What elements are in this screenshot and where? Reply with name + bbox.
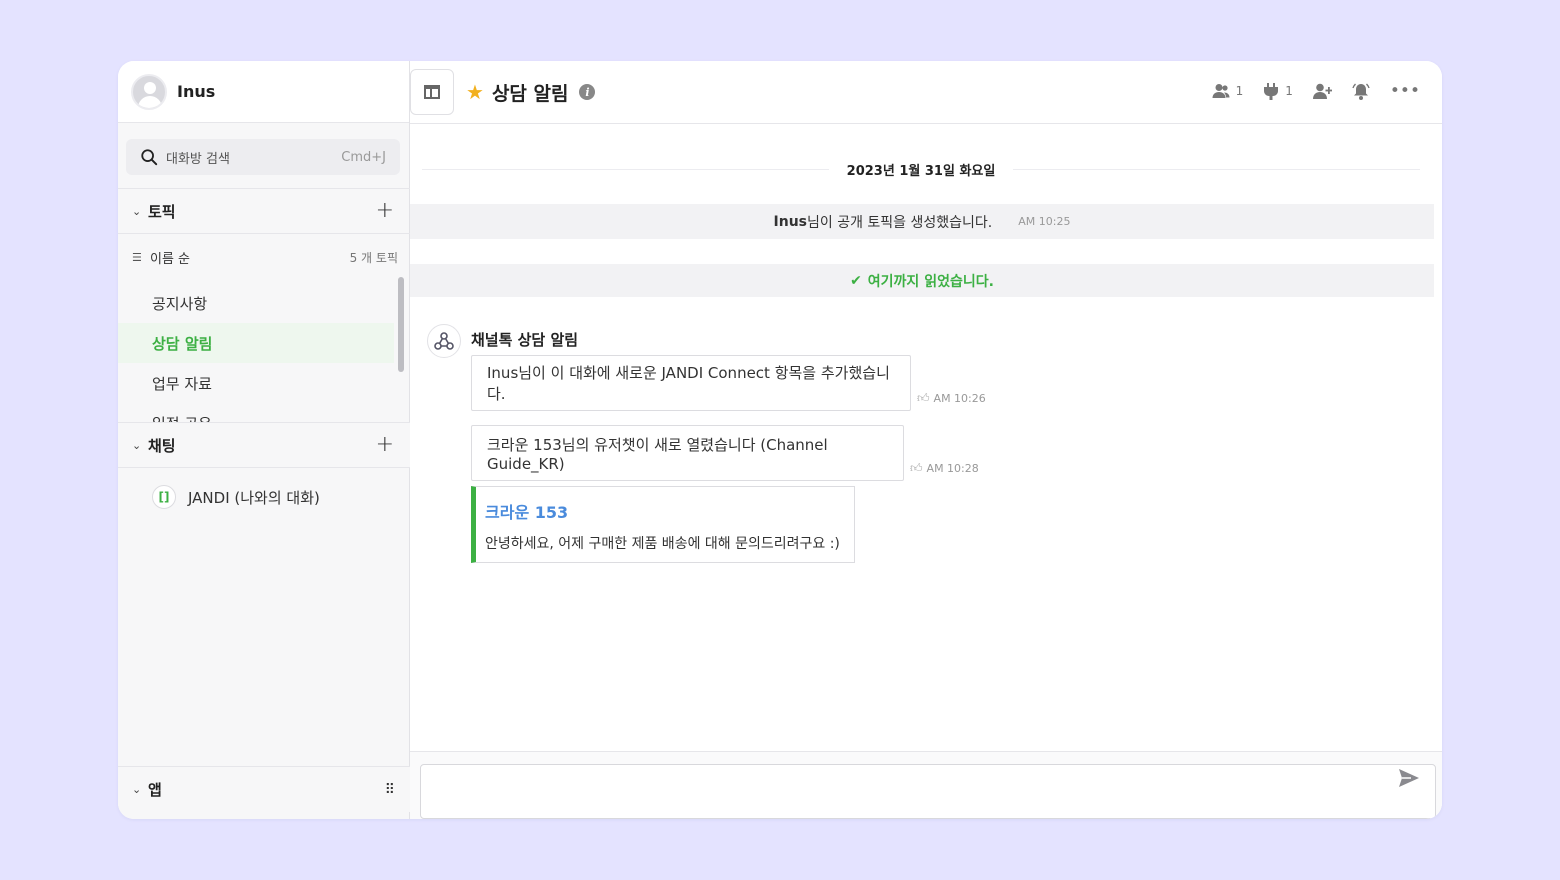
chat-main: ★ 상담 알림 i 1 1 ••• 2023년 1월 31일 화요일 Inus … bbox=[410, 61, 1442, 819]
search-placeholder: 대화방 검색 bbox=[166, 151, 230, 167]
invite-button[interactable] bbox=[1312, 83, 1332, 99]
card-title[interactable]: 크라운 153 bbox=[485, 499, 854, 523]
webhook-icon bbox=[434, 332, 454, 350]
thumbs-up-icon[interactable]: 👍︎ bbox=[917, 391, 930, 406]
room-header: ★ 상담 알림 i 1 1 ••• bbox=[410, 61, 1442, 124]
card-body: 안녕하세요, 어제 구매한 제품 배송에 대해 문의드리려구요 :) bbox=[485, 536, 840, 552]
date-label: 2023년 1월 31일 화요일 bbox=[846, 163, 996, 179]
profile-name: Inus bbox=[177, 82, 216, 101]
apps-title: 앱 bbox=[148, 781, 162, 799]
topic-item-work-docs[interactable]: 업무 자료 bbox=[118, 363, 394, 403]
date-divider: 2023년 1월 31일 화요일 bbox=[422, 158, 1420, 180]
message-text: Inus님이 이 대화에 새로운 JANDI Connect 항목을 추가했습니… bbox=[487, 364, 890, 403]
topic-count: 5 개 토픽 bbox=[349, 250, 398, 265]
avatar bbox=[131, 73, 167, 110]
topic-sort-row[interactable]: ☰ 이름 순 5 개 토픽 bbox=[118, 239, 410, 275]
star-icon[interactable]: ★ bbox=[466, 80, 484, 104]
jandi-logo-icon: [] bbox=[152, 485, 176, 509]
topic-item-notice[interactable]: 공지사항 bbox=[118, 283, 394, 323]
apps-section-header[interactable]: ⌄ 앱 ⠿ bbox=[118, 766, 410, 812]
send-button[interactable] bbox=[1398, 768, 1420, 792]
members-button[interactable]: 1 bbox=[1212, 83, 1244, 99]
layout-icon bbox=[424, 85, 440, 99]
message-meta: 👍︎ AM 10:28 bbox=[910, 461, 979, 476]
room-title: 상담 알림 bbox=[491, 82, 569, 105]
search-input[interactable]: 대화방 검색 Cmd+J bbox=[126, 139, 400, 175]
topic-list-scrollbar[interactable] bbox=[398, 277, 404, 372]
chevron-down-icon: ⌄ bbox=[132, 783, 142, 796]
chats-section-header[interactable]: ⌄ 채팅 + bbox=[118, 422, 410, 468]
topic-list: 공지사항 상담 알림 업무 자료 일정 공유 bbox=[118, 283, 410, 423]
system-message: Inus 님이 공개 토픽을 생성했습니다. AM 10:25 bbox=[410, 204, 1434, 239]
read-marker: ✔ 여기까지 읽었습니다. bbox=[410, 264, 1434, 297]
send-icon bbox=[1399, 769, 1419, 787]
topics-title: 토픽 bbox=[148, 202, 176, 221]
check-icon: ✔ bbox=[850, 272, 862, 289]
message-meta: 👍︎ AM 10:26 bbox=[917, 391, 986, 406]
search-shortcut: Cmd+J bbox=[341, 149, 386, 165]
more-icon: ••• bbox=[1389, 81, 1420, 101]
message-time: AM 10:28 bbox=[926, 462, 979, 475]
header-actions: 1 1 ••• bbox=[1192, 81, 1420, 101]
bot-avatar[interactable] bbox=[427, 324, 461, 358]
bell-icon bbox=[1352, 83, 1370, 100]
search-icon bbox=[141, 149, 158, 166]
app-grid-icon[interactable]: ⠿ bbox=[385, 782, 395, 798]
add-chat-button[interactable]: + bbox=[376, 434, 394, 456]
more-options-button[interactable]: ••• bbox=[1390, 81, 1420, 101]
add-topic-button[interactable]: + bbox=[376, 200, 394, 222]
sort-label: 이름 순 bbox=[150, 251, 191, 267]
message-bubble[interactable]: 크라운 153님의 유저챗이 새로 열렸습니다 (Channel Guide_K… bbox=[471, 425, 904, 481]
system-message-time: AM 10:25 bbox=[1018, 215, 1071, 228]
system-message-text: 님이 공개 토픽을 생성했습니다. bbox=[807, 214, 993, 231]
topic-item-consult-alert[interactable]: 상담 알림 bbox=[118, 323, 394, 363]
message-input[interactable] bbox=[420, 764, 1436, 819]
chat-item-jandi[interactable]: [] JANDI (나와의 대화) bbox=[118, 479, 410, 515]
sidebar: Inus 대화방 검색 Cmd+J ⌄ 토픽 + ☰ 이름 순 5 개 토픽 공… bbox=[118, 61, 410, 819]
chevron-down-icon: ⌄ bbox=[132, 204, 142, 218]
message-text: 크라운 153님의 유저챗이 새로 열렸습니다 (Channel Guide_K… bbox=[487, 435, 828, 473]
chat-item-label: JANDI (나와의 대화) bbox=[188, 488, 320, 507]
attachment-card[interactable]: 크라운 153 안녕하세요, 어제 구매한 제품 배송에 대해 문의드리려구요 … bbox=[471, 486, 855, 563]
members-count: 1 bbox=[1235, 84, 1244, 98]
composer-area bbox=[410, 751, 1442, 819]
chevron-down-icon: ⌄ bbox=[132, 438, 142, 452]
message-time: AM 10:26 bbox=[933, 392, 986, 405]
topics-section-header[interactable]: ⌄ 토픽 + bbox=[118, 188, 410, 234]
thumbs-up-icon[interactable]: 👍︎ bbox=[910, 461, 923, 476]
connect-button[interactable]: 1 bbox=[1263, 82, 1293, 100]
notification-button[interactable] bbox=[1352, 83, 1370, 100]
read-marker-label: 여기까지 읽었습니다. bbox=[867, 273, 994, 290]
message-bubble[interactable]: Inus님이 이 대화에 새로운 JANDI Connect 항목을 추가했습니… bbox=[471, 355, 911, 411]
app-window: Inus 대화방 검색 Cmd+J ⌄ 토픽 + ☰ 이름 순 5 개 토픽 공… bbox=[118, 61, 1442, 819]
chats-title: 채팅 bbox=[148, 436, 176, 455]
info-icon[interactable]: i bbox=[579, 84, 596, 100]
toggle-panel-button[interactable] bbox=[410, 69, 454, 115]
sort-icon: ☰ bbox=[132, 250, 142, 264]
add-user-icon bbox=[1312, 83, 1332, 99]
profile-header[interactable]: Inus bbox=[118, 61, 409, 123]
topic-item-schedule[interactable]: 일정 공유 bbox=[118, 403, 394, 424]
connect-count: 1 bbox=[1285, 84, 1293, 98]
system-message-user: Inus bbox=[773, 213, 807, 230]
members-icon bbox=[1212, 84, 1230, 98]
plug-icon bbox=[1264, 82, 1279, 100]
bot-name: 채널톡 상담 알림 bbox=[471, 331, 579, 349]
